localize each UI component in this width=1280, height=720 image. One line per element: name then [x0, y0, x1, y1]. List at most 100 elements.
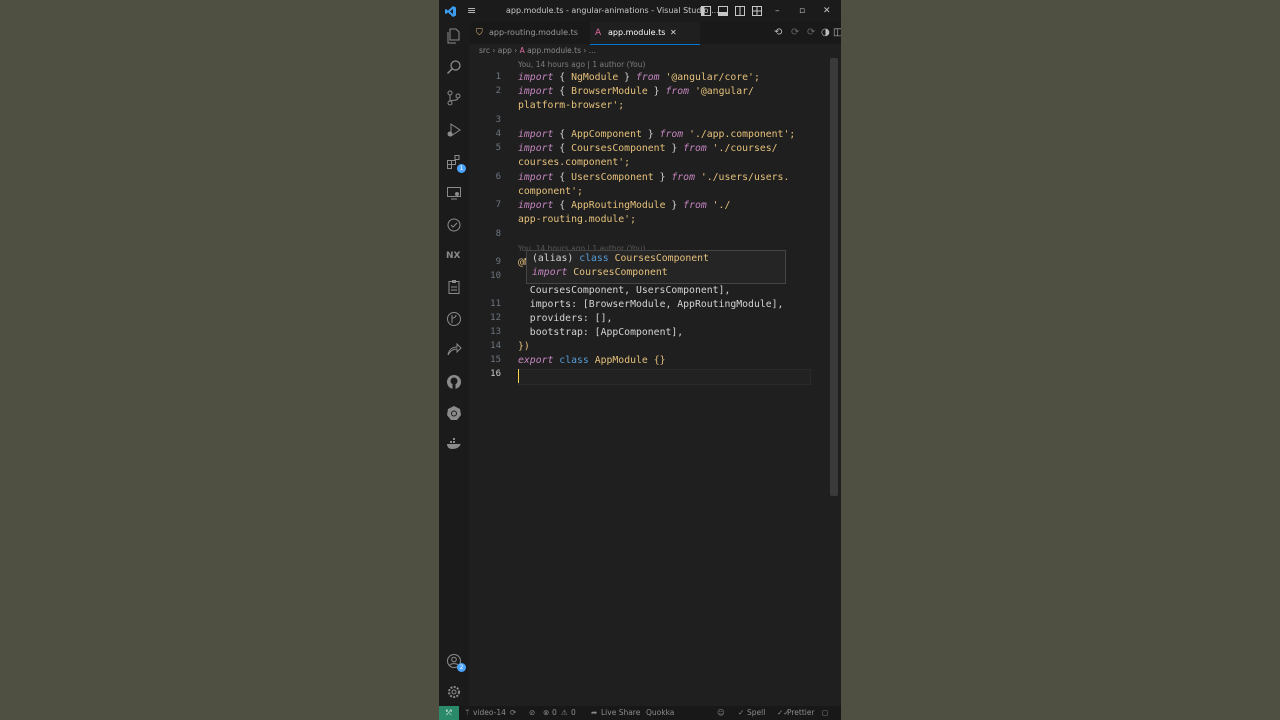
title-bar: ≡ app.module.ts - angular-animations - V…: [439, 0, 841, 22]
code-line-wrap: platform-browser';: [518, 100, 625, 111]
line-number: 5: [495, 143, 501, 153]
line-number: 12: [490, 313, 501, 323]
nx-icon[interactable]: NX: [446, 248, 462, 264]
line-number: 3: [495, 115, 501, 125]
remote-indicator[interactable]: ⤱: [439, 706, 459, 720]
vertical-scrollbar[interactable]: [830, 58, 838, 496]
line-number: 10: [490, 271, 501, 281]
line-number: 6: [495, 172, 501, 182]
spell-status[interactable]: Spell: [747, 706, 765, 720]
hover-tooltip: (alias) class CoursesComponent import Co…: [526, 250, 786, 284]
code-line: bootstrap: [AppComponent],: [518, 327, 684, 338]
timeline-icon[interactable]: ◑: [821, 22, 830, 44]
code-line: import { CoursesComponent } from './cour…: [518, 143, 778, 154]
settings-gear-icon[interactable]: [446, 684, 462, 700]
previous-change-icon[interactable]: ⟳: [791, 22, 799, 44]
tab-label: app.module.ts: [608, 28, 666, 37]
line-number: 15: [490, 355, 501, 365]
warning-count[interactable]: 0: [571, 706, 576, 720]
code-line: export class AppModule {}: [518, 355, 666, 366]
angular-icon: A: [595, 28, 602, 38]
sync-icon[interactable]: ⟳: [510, 706, 516, 720]
line-number: 7: [495, 200, 501, 210]
explorer-icon[interactable]: [446, 28, 462, 44]
minimize-icon[interactable]: –: [775, 0, 780, 22]
line-number: 13: [490, 327, 501, 337]
hover-import: import CoursesComponent: [532, 267, 668, 278]
github-icon[interactable]: [446, 374, 462, 390]
live-share-icon[interactable]: [446, 342, 462, 358]
kubernetes-icon[interactable]: [446, 405, 462, 421]
source-control-branch-icon: ᛘ: [465, 708, 470, 717]
current-line-highlight: [518, 369, 811, 385]
vscode-window: ≡ app.module.ts - angular-animations - V…: [439, 0, 841, 720]
maximize-icon[interactable]: ▫: [799, 0, 805, 22]
git-graph-icon[interactable]: [446, 311, 462, 327]
error-count[interactable]: 0: [552, 706, 557, 720]
split-editor-icon[interactable]: ◫: [833, 22, 841, 44]
breadcrumb-symbol[interactable]: ...: [589, 46, 596, 55]
warning-icon[interactable]: ⚠: [561, 706, 568, 720]
source-control-icon[interactable]: [446, 90, 462, 106]
open-changes-icon[interactable]: ⟲: [774, 22, 782, 44]
breadcrumb-src[interactable]: src: [479, 46, 490, 55]
run-debug-icon[interactable]: [446, 122, 462, 138]
prettier-status[interactable]: Prettier: [787, 706, 815, 720]
extensions-badge: 1: [457, 164, 466, 173]
no-entry-icon[interactable]: ⊘: [529, 706, 535, 720]
activity-bar: 1 NX 2: [439, 22, 469, 706]
code-line: providers: [],: [518, 313, 613, 324]
code-line: import { AppRoutingModule } from './: [518, 200, 731, 211]
code-line: import { AppComponent } from './app.comp…: [518, 129, 796, 140]
tab-app-routing-module[interactable]: ⛉ app-routing.module.ts: [471, 22, 601, 44]
code-line-wrap: courses.component';: [518, 157, 631, 168]
code-line: import { UsersComponent } from './users/…: [518, 172, 790, 183]
testing-icon[interactable]: [446, 217, 462, 233]
accounts-icon[interactable]: 2: [446, 653, 466, 672]
tab-app-module[interactable]: A app.module.ts ✕: [590, 22, 700, 45]
breadcrumb: src › app › A app.module.ts › ...: [479, 44, 596, 58]
error-icon[interactable]: ⊗: [543, 706, 549, 720]
copilot-icon[interactable]: ☺: [717, 706, 725, 720]
window-title: app.module.ts - angular-animations - Vis…: [506, 6, 719, 15]
docker-icon[interactable]: [446, 436, 462, 452]
line-number: 4: [495, 129, 501, 139]
typescript-file-icon: ⛉: [476, 28, 483, 38]
close-icon[interactable]: ✕: [823, 0, 831, 22]
live-share-icon: ➦: [591, 708, 598, 717]
line-number: 8: [495, 229, 501, 239]
line-number: 1: [495, 72, 501, 82]
tab-close-icon[interactable]: ✕: [670, 22, 677, 44]
code-line: import { BrowserModule } from '@angular/: [518, 86, 754, 97]
accounts-badge: 2: [457, 663, 466, 672]
branch-name[interactable]: video-14: [473, 706, 506, 720]
breadcrumb-app[interactable]: app: [498, 46, 512, 55]
code-line-wrap: app-routing.module';: [518, 214, 636, 225]
next-change-icon[interactable]: ⟳: [807, 22, 815, 44]
clipboard-icon[interactable]: [446, 279, 462, 295]
text-cursor: [518, 369, 519, 383]
status-bar: ⤱ ᛘ video-14 ⟳ ⊘ ⊗ 0 ⚠ 0 ➦ Live Share Qu…: [439, 706, 841, 720]
line-number: 9: [495, 257, 501, 267]
live-share-status[interactable]: Live Share: [601, 706, 640, 720]
notifications-bell-icon[interactable]: ◻: [822, 706, 828, 720]
editor-tabs: ⛉ app-routing.module.ts A app.module.ts …: [469, 22, 841, 45]
code-line: imports: [BrowserModule, AppRoutingModul…: [518, 299, 784, 310]
extensions-icon[interactable]: 1: [446, 154, 466, 173]
code-line: import { NgModule } from '@angular/core'…: [518, 72, 760, 83]
breadcrumb-file[interactable]: app.module.ts: [527, 46, 581, 55]
line-number: 14: [490, 341, 501, 351]
code-editor[interactable]: You, 14 hours ago | 1 author (You) 1 imp…: [469, 58, 829, 706]
line-number: 16: [490, 369, 501, 379]
search-icon[interactable]: [446, 59, 462, 75]
blame-annotation[interactable]: You, 14 hours ago | 1 author (You): [518, 60, 645, 69]
angular-icon: A: [519, 46, 525, 55]
remote-explorer-icon[interactable]: [446, 185, 462, 201]
tab-label: app-routing.module.ts: [489, 28, 578, 37]
check-icon: ✓: [738, 708, 745, 717]
code-line-wrap: component';: [518, 186, 583, 197]
hover-signature: (alias) class CoursesComponent: [532, 253, 709, 264]
line-number: 11: [490, 299, 501, 309]
hamburger-menu-icon[interactable]: ≡: [467, 0, 476, 22]
quokka-status[interactable]: Quokka: [646, 706, 674, 720]
